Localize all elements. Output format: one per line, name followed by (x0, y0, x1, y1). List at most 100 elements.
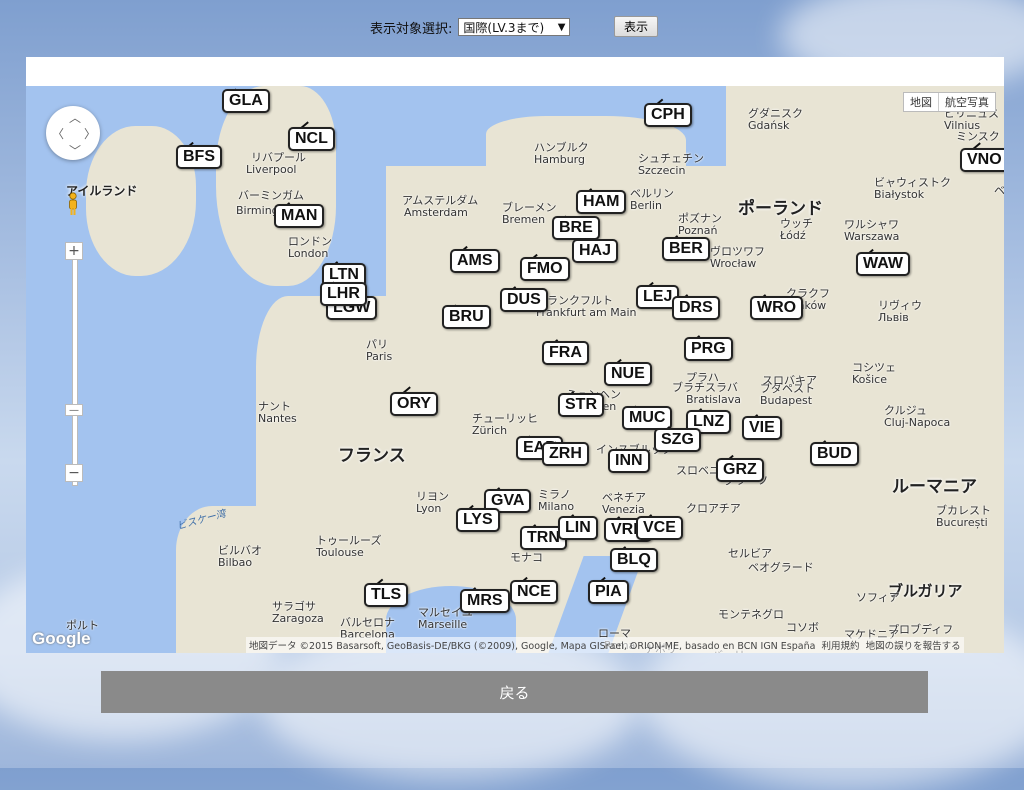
city-label: Białystok (874, 188, 925, 201)
city-label: バーミンガム (238, 189, 304, 202)
map-type-map[interactable]: 地図 (904, 93, 938, 111)
city-label: プロブディフ (888, 623, 954, 636)
city-label: Wrocław (710, 257, 757, 270)
city-label: Zaragoza (272, 612, 324, 625)
city-label: Bratislava (686, 393, 741, 406)
airport-code-label[interactable]: VCE (636, 516, 683, 540)
airport-code-label[interactable]: TLS (364, 583, 409, 607)
airport-code-label[interactable]: MAN (274, 204, 325, 228)
airport-code-label[interactable]: PIA (588, 580, 629, 604)
city-label: Berlin (630, 199, 662, 212)
airport-code-label[interactable]: BLQ (610, 548, 658, 572)
pan-down-icon[interactable]: ﹀ (69, 142, 81, 159)
airport-code-label[interactable]: WAW (856, 252, 910, 276)
pan-left-icon[interactable]: 〈 (52, 125, 64, 142)
airport-code-label[interactable]: GRZ (716, 458, 764, 482)
show-button[interactable]: 表示 (614, 16, 658, 37)
airport-code-label[interactable]: DUS (500, 288, 548, 312)
airport-code-label[interactable]: INN (608, 449, 650, 473)
city-label: Milano (538, 500, 575, 513)
airport-code-label[interactable]: MUC (622, 406, 673, 430)
city-label: モンテネグロ (718, 608, 784, 621)
airport-code-label[interactable]: BFS (176, 145, 222, 169)
airport-code-label[interactable]: DRS (672, 296, 720, 320)
airport-code-label[interactable]: FMO (520, 257, 570, 281)
airport-code-label[interactable]: MRS (460, 589, 510, 613)
city-label: Łódź (780, 229, 806, 242)
target-selector-bar: 表示対象選択: 国際(LV.3まで) ▼ (370, 16, 571, 38)
map-canvas[interactable]: ポーランド フランス ルーマニア ブルガリア アイルランド ビスケー湾 リバプー… (26, 86, 1004, 653)
city-label: スロバキア (762, 374, 817, 387)
select-label: 表示対象選択: (370, 21, 453, 37)
map-type-control: 地図 航空写真 (903, 92, 996, 112)
pan-control[interactable]: ︿ ﹀ 〈 〉 (46, 106, 100, 160)
city-label: クロアチア (686, 502, 741, 515)
airport-code-label[interactable]: NCL (288, 127, 335, 151)
city-label: Bremen (502, 213, 546, 226)
airport-code-label[interactable]: AMS (450, 249, 500, 273)
zoom-slider-handle[interactable]: — (65, 404, 83, 416)
city-label: Cluj-Napoca (884, 416, 951, 429)
airport-code-label[interactable]: ORY (390, 392, 439, 416)
report-error-link[interactable]: 地図の誤りを報告する (866, 641, 961, 652)
airport-code-label[interactable]: ZRH (542, 442, 589, 466)
map-type-satellite[interactable]: 航空写真 (938, 93, 995, 111)
map-panel: ポーランド フランス ルーマニア ブルガリア アイルランド ビスケー湾 リバプー… (26, 57, 1004, 653)
city-label: Paris (366, 350, 393, 363)
city-label: Frankfurt am Main (536, 306, 637, 319)
city-label: Nantes (258, 412, 297, 425)
airport-code-label[interactable]: BRU (442, 305, 491, 329)
city-label: ソフィア (856, 591, 900, 604)
street-view-pegman-icon[interactable] (66, 192, 80, 216)
airport-code-label[interactable]: NUE (604, 362, 652, 386)
google-logo: Google (32, 629, 91, 648)
city-label: ベオグラード (748, 561, 814, 574)
city-label: Lyon (416, 502, 442, 515)
select-value: 国際(LV.3まで) (463, 20, 545, 35)
country-label: フランス (338, 446, 406, 466)
city-label: Bilbao (218, 556, 253, 569)
airport-code-label[interactable]: HAM (576, 190, 627, 214)
airport-code-label[interactable]: BUD (810, 442, 859, 466)
zoom-out-button[interactable]: − (65, 464, 83, 482)
airport-code-label[interactable]: STR (558, 393, 604, 417)
city-label: Amsterdam (404, 206, 468, 219)
airport-code-label[interactable]: VNO (960, 148, 1004, 172)
airport-code-label[interactable]: HAJ (572, 239, 619, 263)
target-select[interactable]: 国際(LV.3まで) ▼ (458, 18, 571, 36)
country-label: ルーマニア (892, 477, 977, 497)
airport-code-label[interactable]: BRE (552, 216, 600, 240)
city-label: Košice (852, 373, 887, 386)
zoom-slider[interactable] (72, 244, 78, 486)
terms-link[interactable]: 利用規約 (822, 641, 860, 652)
airport-code-label[interactable]: LIN (558, 516, 598, 540)
airport-code-label[interactable]: BER (662, 237, 710, 261)
airport-code-label[interactable]: PRG (684, 337, 733, 361)
airport-code-label[interactable]: LYS (456, 508, 500, 532)
airport-code-label[interactable]: WRO (750, 296, 804, 320)
zoom-in-button[interactable]: + (65, 242, 83, 260)
airport-code-label[interactable]: NCE (510, 580, 558, 604)
airport-code-label[interactable]: LHR (320, 282, 367, 306)
city-label: Toulouse (316, 546, 364, 559)
chevron-down-icon: ▼ (557, 21, 566, 33)
attribution-text: 地図データ ©2015 Basarsoft, GeoBasis-DE/BKG (… (249, 641, 816, 652)
city-label: ミンスク (956, 130, 1000, 143)
back-button[interactable]: 戻る (101, 671, 928, 713)
city-label: Hamburg (534, 153, 585, 166)
city-label: Zürich (472, 424, 508, 437)
city-label: Budapest (760, 394, 813, 407)
city-label: ベラ (994, 184, 1004, 197)
city-label: Warszawa (844, 230, 900, 243)
city-label: Poznań (678, 224, 718, 237)
pan-right-icon[interactable]: 〉 (84, 125, 96, 142)
map-attribution: 地図データ ©2015 Basarsoft, GeoBasis-DE/BKG (… (246, 637, 964, 653)
airport-code-label[interactable]: VIE (742, 416, 782, 440)
airport-code-label[interactable]: FRA (542, 341, 589, 365)
airport-code-label[interactable]: GLA (222, 89, 270, 113)
city-label: London (288, 247, 329, 260)
airport-code-label[interactable]: SZG (654, 428, 701, 452)
pan-up-icon[interactable]: ︿ (69, 109, 81, 126)
city-label: Marseille (418, 618, 468, 631)
airport-code-label[interactable]: CPH (644, 103, 692, 127)
